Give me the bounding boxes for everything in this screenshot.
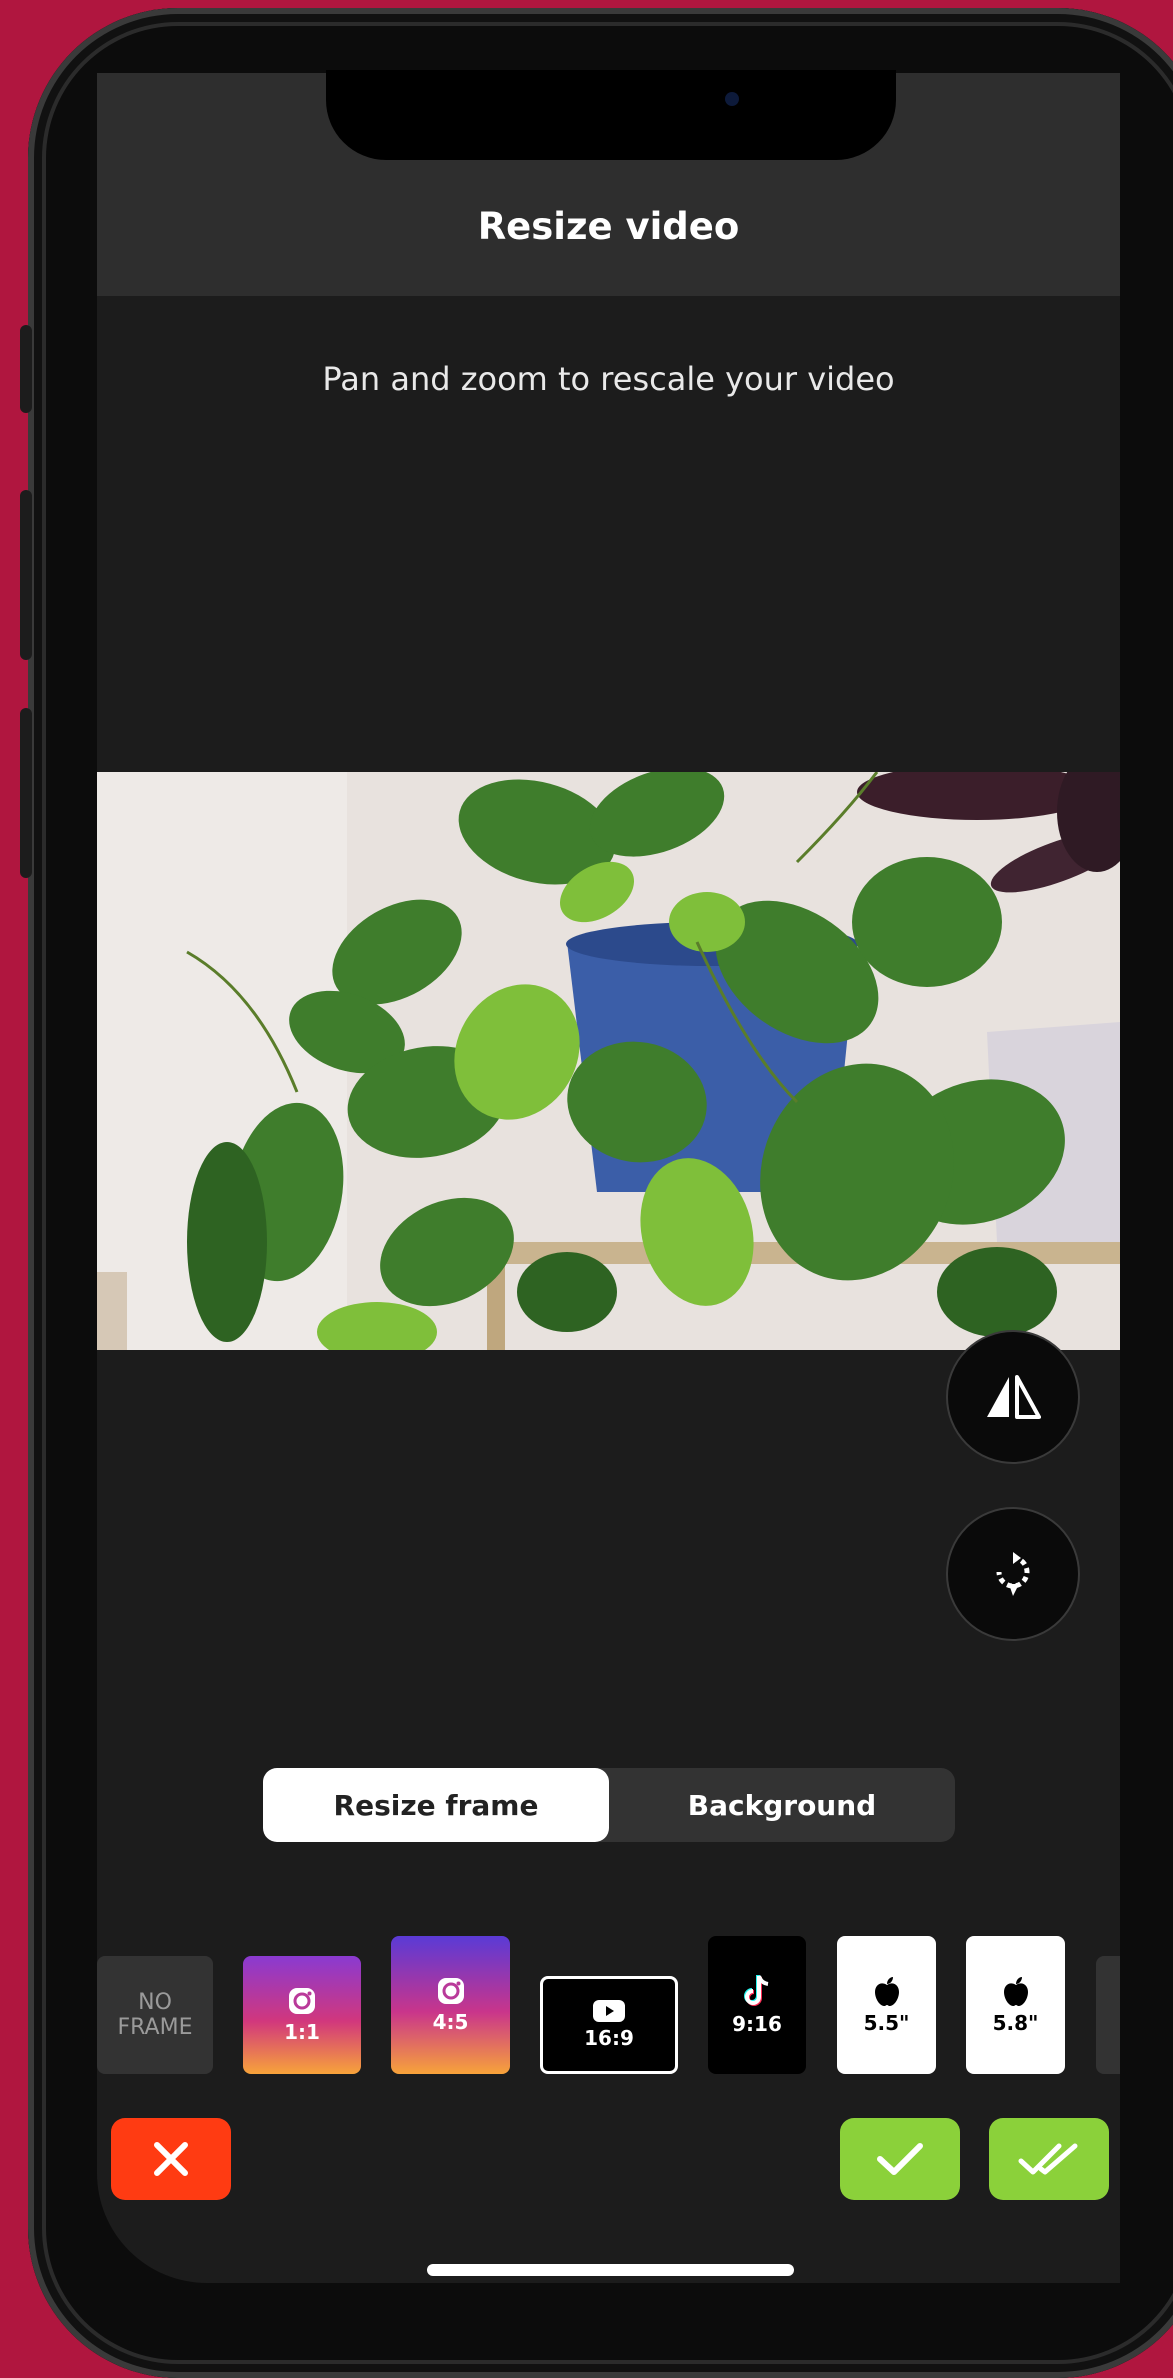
plant-video-frame	[97, 772, 1120, 1350]
apple-icon	[874, 1977, 899, 2006]
frame-label: 9:16	[732, 2012, 782, 2036]
volume-up-button	[20, 490, 32, 660]
apply-all-button[interactable]	[989, 2118, 1109, 2200]
mute-switch	[20, 325, 32, 413]
mode-segmented-control: Resize frame Background	[263, 1768, 955, 1842]
cancel-button[interactable]	[111, 2118, 231, 2200]
tiktok-icon	[744, 1975, 769, 2006]
flip-horizontal-icon	[987, 1375, 1041, 1419]
frame-presets-strip: NO FRAME 1:1 4:5 16:9 9:16 5.5" 5.8"	[97, 1935, 1120, 2075]
front-camera	[725, 92, 739, 106]
instagram-icon	[289, 1988, 315, 2014]
apply-button[interactable]	[840, 2118, 960, 2200]
home-indicator	[427, 2264, 794, 2276]
tab-resize-frame[interactable]: Resize frame	[263, 1768, 609, 1842]
frame-tiktok-9-16[interactable]: 9:16	[708, 1936, 806, 2074]
frame-apple-5-8[interactable]: 5.8"	[966, 1936, 1065, 2074]
apple-icon	[1003, 1977, 1028, 2006]
frame-label: 5.8"	[992, 2011, 1039, 2035]
tab-background[interactable]: Background	[609, 1768, 955, 1842]
rotate-button[interactable]	[946, 1507, 1080, 1641]
no-frame-label-line1: NO	[138, 1990, 172, 2015]
close-icon	[154, 2142, 188, 2176]
notch	[326, 70, 896, 160]
frame-youtube-16-9[interactable]: 16:9	[540, 1976, 678, 2074]
frame-label: 1:1	[284, 2020, 320, 2044]
instruction-text: Pan and zoom to rescale your video	[322, 360, 895, 398]
rotate-icon	[996, 1552, 1030, 1596]
frame-no-frame[interactable]: NO FRAME	[97, 1956, 213, 2074]
page-title: Resize video	[477, 205, 740, 248]
frame-label: 4:5	[432, 2010, 469, 2034]
video-preview[interactable]	[97, 772, 1120, 1350]
frame-more-partial[interactable]	[1096, 1956, 1120, 2074]
frame-instagram-1-1[interactable]: 1:1	[243, 1956, 361, 2074]
flip-button[interactable]	[946, 1330, 1080, 1464]
frame-label: 16:9	[584, 2026, 634, 2050]
volume-down-button	[20, 708, 32, 878]
double-check-icon	[1018, 2143, 1078, 2175]
frame-apple-5-5[interactable]: 5.5"	[837, 1936, 936, 2074]
youtube-icon	[593, 2000, 625, 2022]
instagram-icon	[437, 1978, 464, 2004]
frame-instagram-4-5[interactable]: 4:5	[391, 1936, 510, 2074]
frame-label: 5.5"	[863, 2011, 910, 2035]
no-frame-label-line2: FRAME	[117, 2015, 193, 2040]
check-icon	[877, 2143, 923, 2175]
